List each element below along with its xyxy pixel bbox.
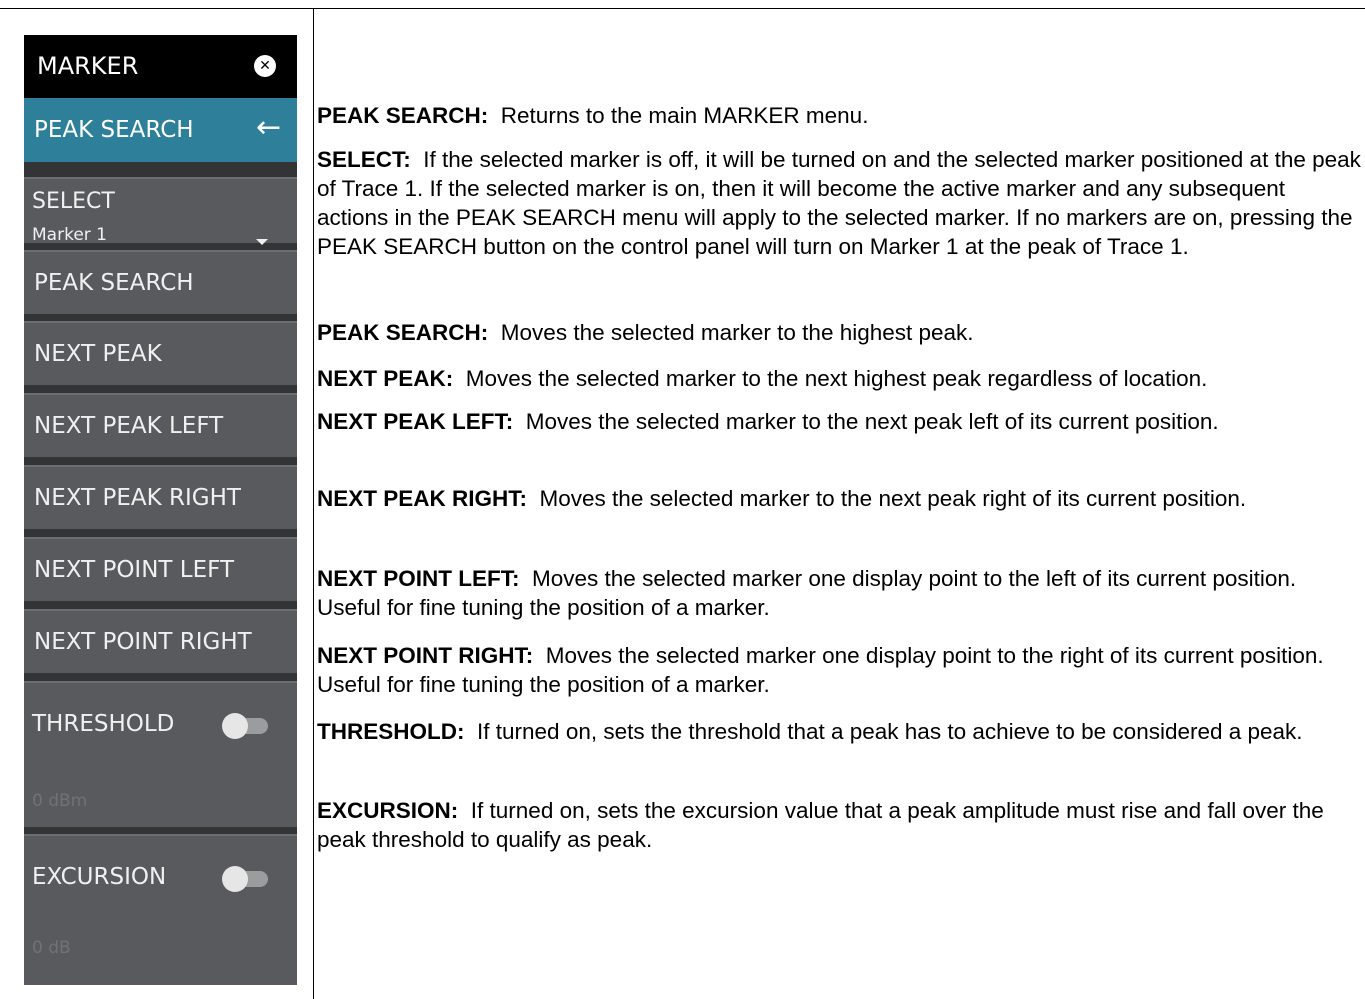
select-label: SELECT bbox=[32, 189, 115, 214]
desc-text: Moves the selected marker to the next pe… bbox=[525, 409, 1219, 434]
desc-text: Returns to the main MARKER menu. bbox=[500, 103, 869, 128]
excursion-toggle-knob bbox=[222, 866, 248, 892]
desc-term: PEAK SEARCH: bbox=[317, 320, 489, 345]
desc-term: SELECT: bbox=[317, 147, 411, 172]
back-nav-label: PEAK SEARCH bbox=[34, 117, 194, 143]
desc-term: NEXT PEAK LEFT: bbox=[317, 409, 514, 434]
desc-peak-search: PEAK SEARCH: Moves the selected marker t… bbox=[317, 318, 1362, 347]
excursion-toggle[interactable] bbox=[222, 866, 272, 892]
next-peak-button[interactable]: NEXT PEAK bbox=[24, 321, 297, 385]
panel-header: MARKER ✕ bbox=[24, 35, 297, 98]
desc-term: NEXT POINT RIGHT: bbox=[317, 643, 534, 668]
next-point-right-button-label: NEXT POINT RIGHT bbox=[34, 629, 252, 655]
desc-select: SELECT: If the selected marker is off, i… bbox=[317, 145, 1362, 261]
peak-search-button[interactable]: PEAK SEARCH bbox=[24, 250, 297, 314]
next-point-right-button[interactable]: NEXT POINT RIGHT bbox=[24, 609, 297, 673]
excursion-value-field[interactable]: 0 dB bbox=[32, 938, 71, 958]
desc-threshold: THRESHOLD: If turned on, sets the thresh… bbox=[317, 717, 1362, 746]
desc-term: NEXT POINT LEFT: bbox=[317, 566, 520, 591]
next-point-left-button-label: NEXT POINT LEFT bbox=[34, 557, 234, 583]
threshold-label: THRESHOLD bbox=[32, 711, 175, 737]
select-marker-dropdown[interactable]: SELECT Marker 1 bbox=[24, 177, 297, 245]
threshold-toggle[interactable] bbox=[222, 713, 272, 739]
desc-text: Moves the selected marker to the next hi… bbox=[465, 366, 1208, 391]
next-peak-left-button-label: NEXT PEAK LEFT bbox=[34, 413, 224, 439]
desc-term: PEAK SEARCH: bbox=[317, 103, 489, 128]
next-peak-right-button-label: NEXT PEAK RIGHT bbox=[34, 485, 241, 511]
top-rule bbox=[0, 8, 1365, 9]
desc-next-peak: NEXT PEAK: Moves the selected marker to … bbox=[317, 364, 1362, 393]
column-divider bbox=[313, 8, 314, 999]
desc-next-peak-right: NEXT PEAK RIGHT: Moves the selected mark… bbox=[317, 484, 1362, 513]
desc-peak-search-back: PEAK SEARCH: Returns to the main MARKER … bbox=[317, 101, 1362, 130]
desc-next-point-right: NEXT POINT RIGHT: Moves the selected mar… bbox=[317, 641, 1362, 699]
threshold-toggle-knob bbox=[222, 713, 248, 739]
desc-term: NEXT PEAK RIGHT: bbox=[317, 486, 528, 511]
desc-term: THRESHOLD: bbox=[317, 719, 465, 744]
next-peak-left-button[interactable]: NEXT PEAK LEFT bbox=[24, 393, 297, 457]
excursion-label: EXCURSION bbox=[32, 864, 167, 890]
panel-title: MARKER bbox=[37, 52, 139, 80]
desc-next-point-left: NEXT POINT LEFT: Moves the selected mark… bbox=[317, 564, 1362, 622]
next-peak-button-label: NEXT PEAK bbox=[34, 341, 162, 367]
desc-text: Moves the selected marker to the highest… bbox=[500, 320, 974, 345]
desc-next-peak-left: NEXT PEAK LEFT: Moves the selected marke… bbox=[317, 407, 1362, 436]
excursion-section: EXCURSION 0 dB bbox=[24, 834, 297, 985]
next-peak-right-button[interactable]: NEXT PEAK RIGHT bbox=[24, 465, 297, 529]
desc-text: If the selected marker is off, it will b… bbox=[317, 147, 1361, 259]
desc-text: If turned on, sets the threshold that a … bbox=[477, 719, 1303, 744]
marker-peak-search-panel: MARKER ✕ PEAK SEARCH ← SELECT Marker 1 P… bbox=[24, 35, 297, 985]
select-value: Marker 1 bbox=[32, 225, 107, 245]
next-point-left-button[interactable]: NEXT POINT LEFT bbox=[24, 537, 297, 601]
peak-search-button-label: PEAK SEARCH bbox=[34, 270, 194, 296]
desc-term: NEXT PEAK: bbox=[317, 366, 454, 391]
chevron-down-icon bbox=[256, 239, 268, 245]
desc-term: EXCURSION: bbox=[317, 798, 459, 823]
threshold-value-field[interactable]: 0 dBm bbox=[32, 791, 87, 811]
arrow-left-icon[interactable]: ← bbox=[256, 110, 281, 146]
desc-text: Moves the selected marker to the next pe… bbox=[539, 486, 1247, 511]
desc-text: If turned on, sets the excursion value t… bbox=[317, 798, 1324, 852]
back-nav-peak-search[interactable]: PEAK SEARCH ← bbox=[24, 98, 297, 162]
close-icon[interactable]: ✕ bbox=[254, 55, 276, 77]
desc-excursion: EXCURSION: If turned on, sets the excurs… bbox=[317, 796, 1362, 854]
threshold-section: THRESHOLD 0 dBm bbox=[24, 681, 297, 827]
